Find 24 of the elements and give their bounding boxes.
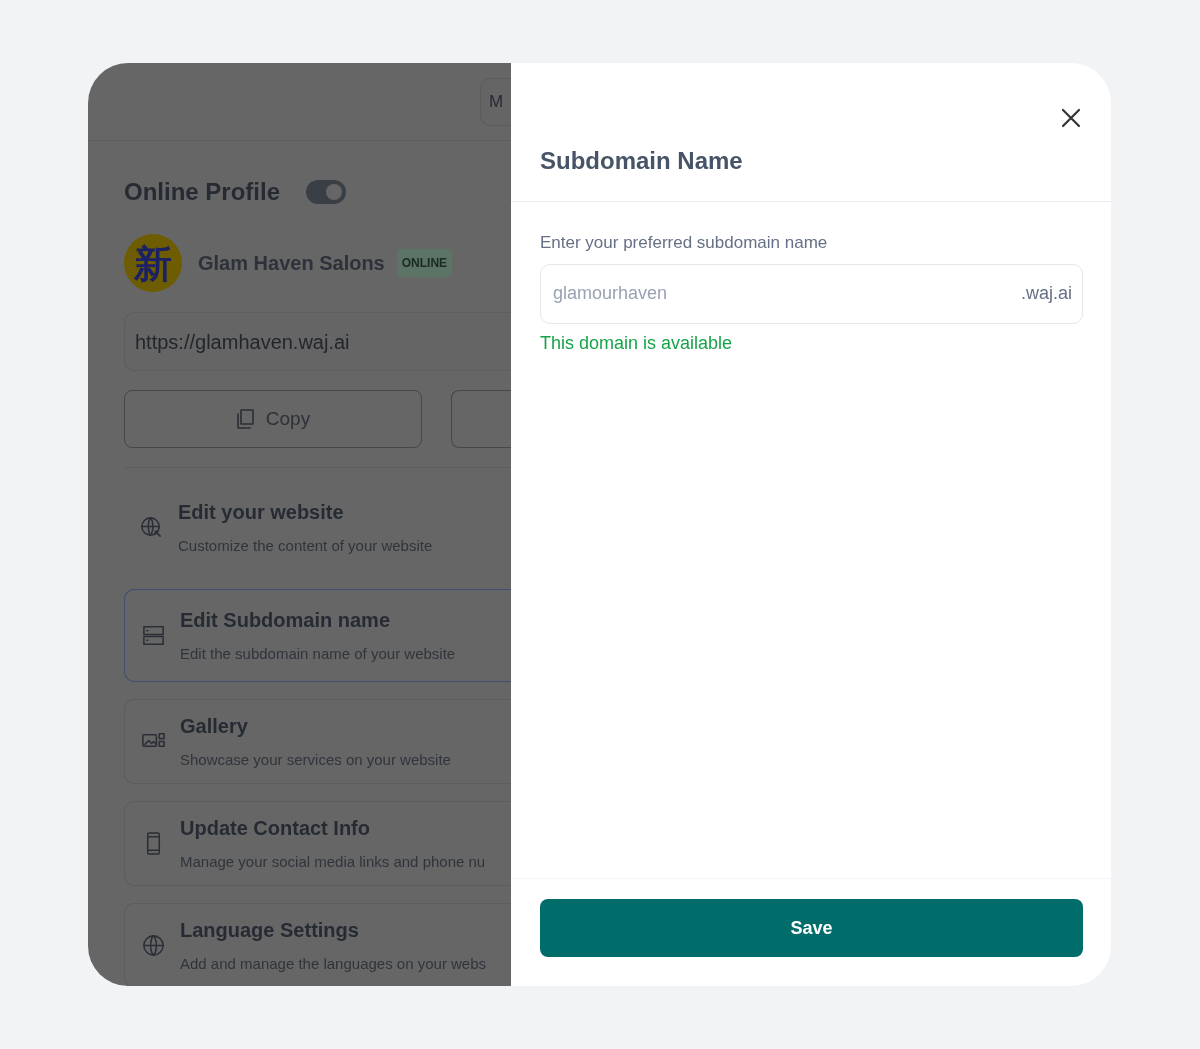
status-badge: ONLINE [396, 249, 453, 277]
item-title: Language Settings [180, 918, 360, 944]
menu-button[interactable]: M [480, 78, 511, 126]
url-field[interactable]: https://glamhaven.waj.ai [124, 312, 511, 371]
profile-title: Online Profile [124, 177, 281, 207]
item-title: Gallery [180, 714, 249, 740]
business-name: Glam Haven Salons [198, 251, 385, 276]
item-title: Update Contact Info [180, 816, 371, 842]
copy-icon [235, 409, 254, 429]
item-title: Edit Subdomain name [180, 608, 392, 634]
server-icon [141, 623, 166, 648]
copy-button[interactable]: Copy [124, 390, 422, 448]
modal-title: Subdomain Name [540, 146, 744, 176]
field-label: Enter your preferred subdomain name [540, 232, 829, 254]
save-button[interactable]: Save [540, 899, 1083, 957]
availability-message: This domain is available [540, 331, 734, 355]
globe-icon [141, 933, 166, 958]
outline-button[interactable] [451, 390, 511, 448]
subdomain-field[interactable]: glamourhaven .waj.ai [540, 263, 1083, 324]
online-toggle[interactable] [306, 180, 347, 204]
item-title: Edit your website [178, 500, 345, 526]
avatar: 新 [124, 234, 182, 292]
domain-suffix: .waj.ai [1020, 282, 1072, 305]
globe-cursor-icon [139, 515, 164, 540]
